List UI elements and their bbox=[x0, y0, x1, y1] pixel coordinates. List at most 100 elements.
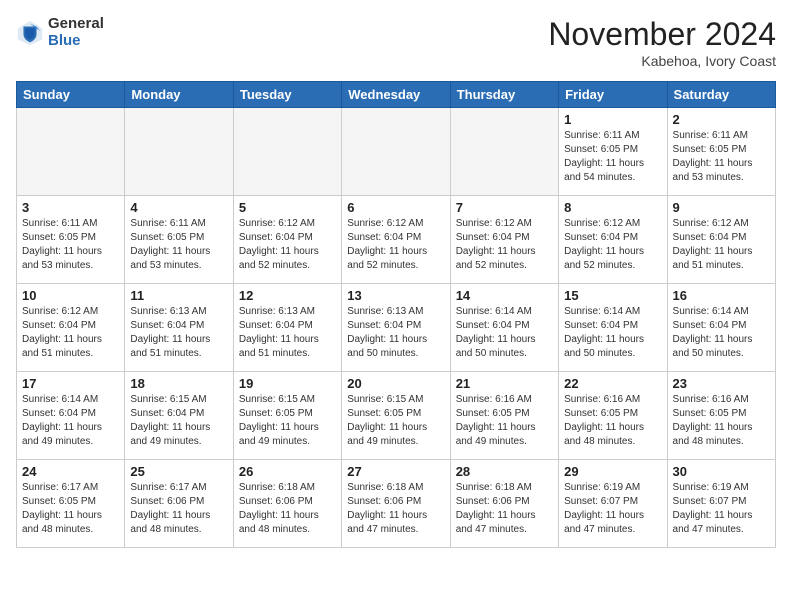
cell-info: Sunrise: 6:13 AM Sunset: 6:04 PM Dayligh… bbox=[347, 305, 444, 361]
cell-info: Sunrise: 6:16 AM Sunset: 6:05 PM Dayligh… bbox=[673, 393, 770, 449]
calendar-cell: 22Sunrise: 6:16 AM Sunset: 6:05 PM Dayli… bbox=[559, 372, 667, 460]
calendar-cell: 15Sunrise: 6:14 AM Sunset: 6:04 PM Dayli… bbox=[559, 284, 667, 372]
cell-info: Sunrise: 6:12 AM Sunset: 6:04 PM Dayligh… bbox=[564, 217, 661, 273]
calendar-cell: 9 Sunrise: 6:12 AM Sunset: 6:04 PM Daylig… bbox=[667, 196, 775, 284]
calendar-week-1: 1Sunrise: 6:11 AM Sunset: 6:05 PM Daylig… bbox=[17, 108, 776, 196]
calendar-cell: 5 Sunrise: 6:12 AM Sunset: 6:04 PM Daylig… bbox=[233, 196, 341, 284]
day-number: 7 bbox=[456, 200, 553, 215]
day-number: 10 bbox=[22, 288, 119, 303]
calendar-cell bbox=[450, 108, 558, 196]
calendar-cell: 16 Sunrise: 6:14 AM Sunset: 6:04 PM Dayli… bbox=[667, 284, 775, 372]
calendar-cell: 24 Sunrise: 6:17 AM Sunset: 6:05 PM Dayli… bbox=[17, 460, 125, 548]
cell-info: Sunrise: 6:17 AM Sunset: 6:06 PM Dayligh… bbox=[130, 481, 227, 537]
calendar-cell: 8 Sunrise: 6:12 AM Sunset: 6:04 PM Daylig… bbox=[559, 196, 667, 284]
day-number: 8 bbox=[564, 200, 661, 215]
day-number: 2 bbox=[673, 112, 770, 127]
cell-info: Sunrise: 6:16 AM Sunset: 6:05 PM Dayligh… bbox=[456, 393, 553, 449]
calendar-cell: 12Sunrise: 6:13 AM Sunset: 6:04 PM Dayli… bbox=[233, 284, 341, 372]
day-number: 13 bbox=[347, 288, 444, 303]
day-number: 9 bbox=[673, 200, 770, 215]
calendar-cell: 6 Sunrise: 6:12 AM Sunset: 6:04 PM Daylig… bbox=[342, 196, 450, 284]
calendar-cell: 4 Sunrise: 6:11 AM Sunset: 6:05 PM Daylig… bbox=[125, 196, 233, 284]
logo-text: General Blue bbox=[48, 16, 104, 49]
cell-info: Sunrise: 6:14 AM Sunset: 6:04 PM Dayligh… bbox=[456, 305, 553, 361]
day-number: 16 bbox=[673, 288, 770, 303]
cell-info: Sunrise: 6:12 AM Sunset: 6:04 PM Dayligh… bbox=[673, 217, 770, 273]
calendar-cell: 10Sunrise: 6:12 AM Sunset: 6:04 PM Dayli… bbox=[17, 284, 125, 372]
day-number: 11 bbox=[130, 288, 227, 303]
title-block: November 2024 Kabehoa, Ivory Coast bbox=[548, 16, 776, 69]
cell-info: Sunrise: 6:12 AM Sunset: 6:04 PM Dayligh… bbox=[239, 217, 336, 273]
day-header-wednesday: Wednesday bbox=[342, 82, 450, 108]
day-header-thursday: Thursday bbox=[450, 82, 558, 108]
cell-info: Sunrise: 6:15 AM Sunset: 6:05 PM Dayligh… bbox=[347, 393, 444, 449]
cell-info: Sunrise: 6:14 AM Sunset: 6:04 PM Dayligh… bbox=[22, 393, 119, 449]
page-header: General Blue November 2024 Kabehoa, Ivor… bbox=[16, 16, 776, 69]
day-number: 21 bbox=[456, 376, 553, 391]
logo-blue-text: Blue bbox=[48, 33, 104, 50]
calendar-cell bbox=[233, 108, 341, 196]
calendar-cell: 20 Sunrise: 6:15 AM Sunset: 6:05 PM Dayli… bbox=[342, 372, 450, 460]
calendar-week-5: 24 Sunrise: 6:17 AM Sunset: 6:05 PM Dayli… bbox=[17, 460, 776, 548]
day-number: 18 bbox=[130, 376, 227, 391]
cell-info: Sunrise: 6:19 AM Sunset: 6:07 PM Dayligh… bbox=[673, 481, 770, 537]
day-number: 27 bbox=[347, 464, 444, 479]
calendar-cell: 17 Sunrise: 6:14 AM Sunset: 6:04 PM Dayli… bbox=[17, 372, 125, 460]
cell-info: Sunrise: 6:11 AM Sunset: 6:05 PM Dayligh… bbox=[564, 129, 661, 185]
cell-info: Sunrise: 6:18 AM Sunset: 6:06 PM Dayligh… bbox=[456, 481, 553, 537]
day-header-friday: Friday bbox=[559, 82, 667, 108]
calendar-cell: 29Sunrise: 6:19 AM Sunset: 6:07 PM Dayli… bbox=[559, 460, 667, 548]
day-number: 3 bbox=[22, 200, 119, 215]
cell-info: Sunrise: 6:19 AM Sunset: 6:07 PM Dayligh… bbox=[564, 481, 661, 537]
cell-info: Sunrise: 6:13 AM Sunset: 6:04 PM Dayligh… bbox=[130, 305, 227, 361]
cell-info: Sunrise: 6:15 AM Sunset: 6:04 PM Dayligh… bbox=[130, 393, 227, 449]
calendar-cell: 26 Sunrise: 6:18 AM Sunset: 6:06 PM Dayli… bbox=[233, 460, 341, 548]
logo-icon bbox=[16, 19, 44, 47]
cell-info: Sunrise: 6:11 AM Sunset: 6:05 PM Dayligh… bbox=[673, 129, 770, 185]
calendar-cell: 21 Sunrise: 6:16 AM Sunset: 6:05 PM Dayli… bbox=[450, 372, 558, 460]
day-number: 26 bbox=[239, 464, 336, 479]
cell-info: Sunrise: 6:12 AM Sunset: 6:04 PM Dayligh… bbox=[347, 217, 444, 273]
day-number: 4 bbox=[130, 200, 227, 215]
calendar-cell: 30Sunrise: 6:19 AM Sunset: 6:07 PM Dayli… bbox=[667, 460, 775, 548]
calendar-week-2: 3 Sunrise: 6:11 AM Sunset: 6:05 PM Daylig… bbox=[17, 196, 776, 284]
cell-info: Sunrise: 6:11 AM Sunset: 6:05 PM Dayligh… bbox=[130, 217, 227, 273]
day-number: 5 bbox=[239, 200, 336, 215]
day-number: 12 bbox=[239, 288, 336, 303]
calendar-cell: 27 Sunrise: 6:18 AM Sunset: 6:06 PM Dayli… bbox=[342, 460, 450, 548]
logo-general-text: General bbox=[48, 16, 104, 33]
calendar-week-4: 17 Sunrise: 6:14 AM Sunset: 6:04 PM Dayli… bbox=[17, 372, 776, 460]
calendar-week-3: 10Sunrise: 6:12 AM Sunset: 6:04 PM Dayli… bbox=[17, 284, 776, 372]
calendar-cell bbox=[125, 108, 233, 196]
day-number: 20 bbox=[347, 376, 444, 391]
calendar-cell: 2 Sunrise: 6:11 AM Sunset: 6:05 PM Daylig… bbox=[667, 108, 775, 196]
calendar-cell: 7Sunrise: 6:12 AM Sunset: 6:04 PM Daylig… bbox=[450, 196, 558, 284]
cell-info: Sunrise: 6:17 AM Sunset: 6:05 PM Dayligh… bbox=[22, 481, 119, 537]
day-header-monday: Monday bbox=[125, 82, 233, 108]
calendar-cell: 11 Sunrise: 6:13 AM Sunset: 6:04 PM Dayli… bbox=[125, 284, 233, 372]
day-number: 17 bbox=[22, 376, 119, 391]
calendar-table: SundayMondayTuesdayWednesdayThursdayFrid… bbox=[16, 81, 776, 548]
location-title: Kabehoa, Ivory Coast bbox=[548, 53, 776, 69]
calendar-cell: 1Sunrise: 6:11 AM Sunset: 6:05 PM Daylig… bbox=[559, 108, 667, 196]
cell-info: Sunrise: 6:15 AM Sunset: 6:05 PM Dayligh… bbox=[239, 393, 336, 449]
day-number: 19 bbox=[239, 376, 336, 391]
day-number: 23 bbox=[673, 376, 770, 391]
calendar-cell bbox=[17, 108, 125, 196]
calendar-cell: 19 Sunrise: 6:15 AM Sunset: 6:05 PM Dayli… bbox=[233, 372, 341, 460]
day-number: 22 bbox=[564, 376, 661, 391]
calendar-cell: 18 Sunrise: 6:15 AM Sunset: 6:04 PM Dayli… bbox=[125, 372, 233, 460]
day-number: 28 bbox=[456, 464, 553, 479]
logo: General Blue bbox=[16, 16, 104, 49]
cell-info: Sunrise: 6:18 AM Sunset: 6:06 PM Dayligh… bbox=[347, 481, 444, 537]
cell-info: Sunrise: 6:14 AM Sunset: 6:04 PM Dayligh… bbox=[564, 305, 661, 361]
calendar-cell: 13 Sunrise: 6:13 AM Sunset: 6:04 PM Dayli… bbox=[342, 284, 450, 372]
calendar-cell: 25 Sunrise: 6:17 AM Sunset: 6:06 PM Dayli… bbox=[125, 460, 233, 548]
calendar-cell bbox=[342, 108, 450, 196]
day-number: 6 bbox=[347, 200, 444, 215]
calendar-cell: 23 Sunrise: 6:16 AM Sunset: 6:05 PM Dayli… bbox=[667, 372, 775, 460]
day-number: 25 bbox=[130, 464, 227, 479]
day-number: 24 bbox=[22, 464, 119, 479]
cell-info: Sunrise: 6:14 AM Sunset: 6:04 PM Dayligh… bbox=[673, 305, 770, 361]
cell-info: Sunrise: 6:18 AM Sunset: 6:06 PM Dayligh… bbox=[239, 481, 336, 537]
